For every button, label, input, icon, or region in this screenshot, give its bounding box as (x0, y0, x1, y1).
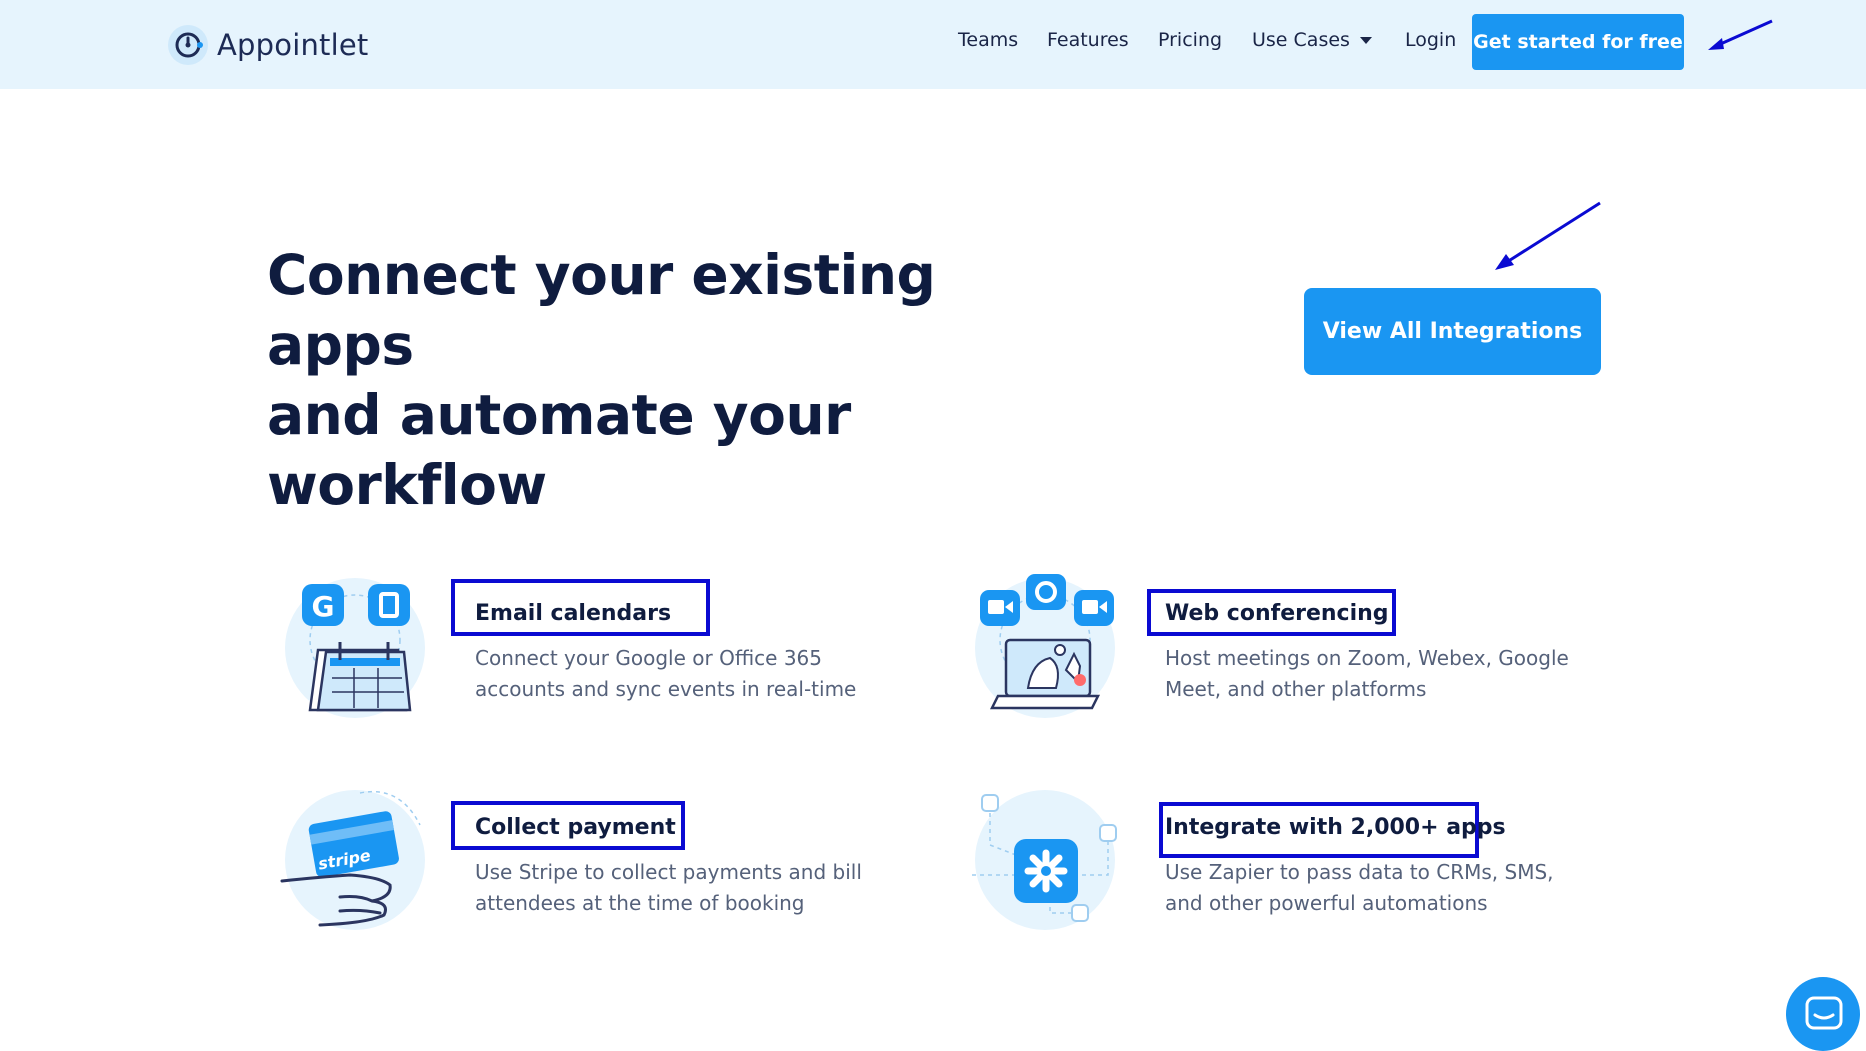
feature-desc-line: attendees at the time of booking (475, 891, 805, 915)
chat-launcher-button[interactable] (1786, 977, 1860, 1051)
zapier-icon (972, 790, 1117, 930)
feature-title-email-calendars: Email calendars (475, 601, 672, 626)
annotation-arrow-icon (1495, 201, 1601, 270)
hero-title: Connect your existing apps and automate … (267, 240, 1087, 520)
nav-login[interactable]: Login (1405, 29, 1456, 51)
feature-desc-line: Use Stripe to collect payments and bill (475, 860, 862, 884)
nav-teams[interactable]: Teams (958, 29, 1018, 51)
feature-desc-line: Connect your Google or Office 365 (475, 646, 822, 670)
feature-desc-web-conferencing: Host meetings on Zoom, Webex, Google Mee… (1165, 643, 1585, 705)
feature-desc-integrate-apps: Use Zapier to pass data to CRMs, SMS, an… (1165, 857, 1585, 919)
view-all-integrations-button[interactable]: View All Integrations (1304, 288, 1601, 375)
logo-text: Appointlet (217, 28, 369, 62)
logo-icon (168, 25, 208, 65)
nav-use-cases[interactable]: Use Cases (1252, 29, 1372, 51)
feature-desc-line: Use Zapier to pass data to CRMs, SMS, (1165, 860, 1554, 884)
nav-pricing[interactable]: Pricing (1158, 29, 1222, 51)
nav-features[interactable]: Features (1047, 29, 1129, 51)
stripe-card-icon: stripe (280, 790, 425, 930)
feature-desc-line: Meet, and other platforms (1165, 677, 1427, 701)
svg-text:G: G (312, 590, 335, 623)
feature-title-collect-payment: Collect payment (475, 815, 676, 840)
logo[interactable]: Appointlet (167, 24, 368, 66)
feature-desc-line: accounts and sync events in real-time (475, 677, 857, 701)
calendar-sync-icon: G (285, 578, 425, 718)
feature-desc-email-calendars: Connect your Google or Office 365 accoun… (475, 643, 895, 705)
site-header: Appointlet Teams Features Pricing Use Ca… (0, 0, 1866, 89)
feature-desc-line: and other powerful automations (1165, 891, 1488, 915)
hero-title-line1: Connect your existing apps (267, 243, 936, 377)
nav-use-cases-label: Use Cases (1252, 29, 1350, 51)
hero-title-line2: and automate your workflow (267, 383, 851, 517)
feature-title-web-conferencing: Web conferencing (1165, 601, 1389, 626)
feature-desc-line: Host meetings on Zoom, Webex, Google (1165, 646, 1569, 670)
video-conference-icon (975, 574, 1115, 718)
get-started-button[interactable]: Get started for free (1472, 14, 1684, 70)
feature-title-integrate-apps: Integrate with 2,000+ apps (1165, 815, 1506, 840)
feature-desc-collect-payment: Use Stripe to collect payments and bill … (475, 857, 895, 919)
chevron-down-icon (1359, 37, 1372, 44)
chat-launcher-icon (1805, 996, 1843, 1030)
annotation-arrow-icon (1708, 19, 1773, 50)
